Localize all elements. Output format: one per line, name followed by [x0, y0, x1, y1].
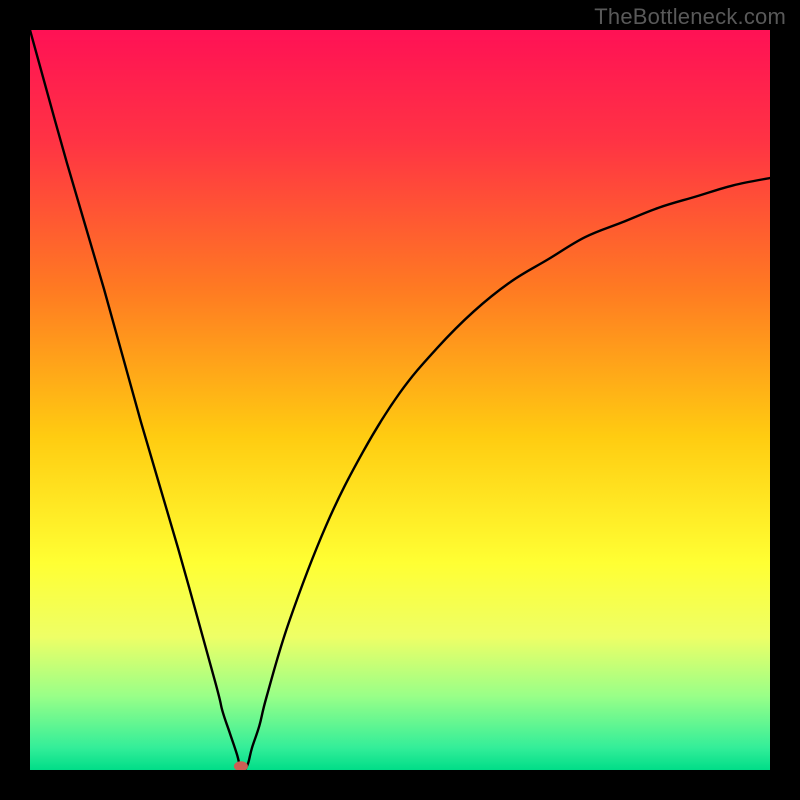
watermark-text: TheBottleneck.com — [594, 4, 786, 30]
chart-frame: TheBottleneck.com — [0, 0, 800, 800]
gradient-background — [30, 30, 770, 770]
chart-svg — [30, 30, 770, 770]
plot-area — [30, 30, 770, 770]
